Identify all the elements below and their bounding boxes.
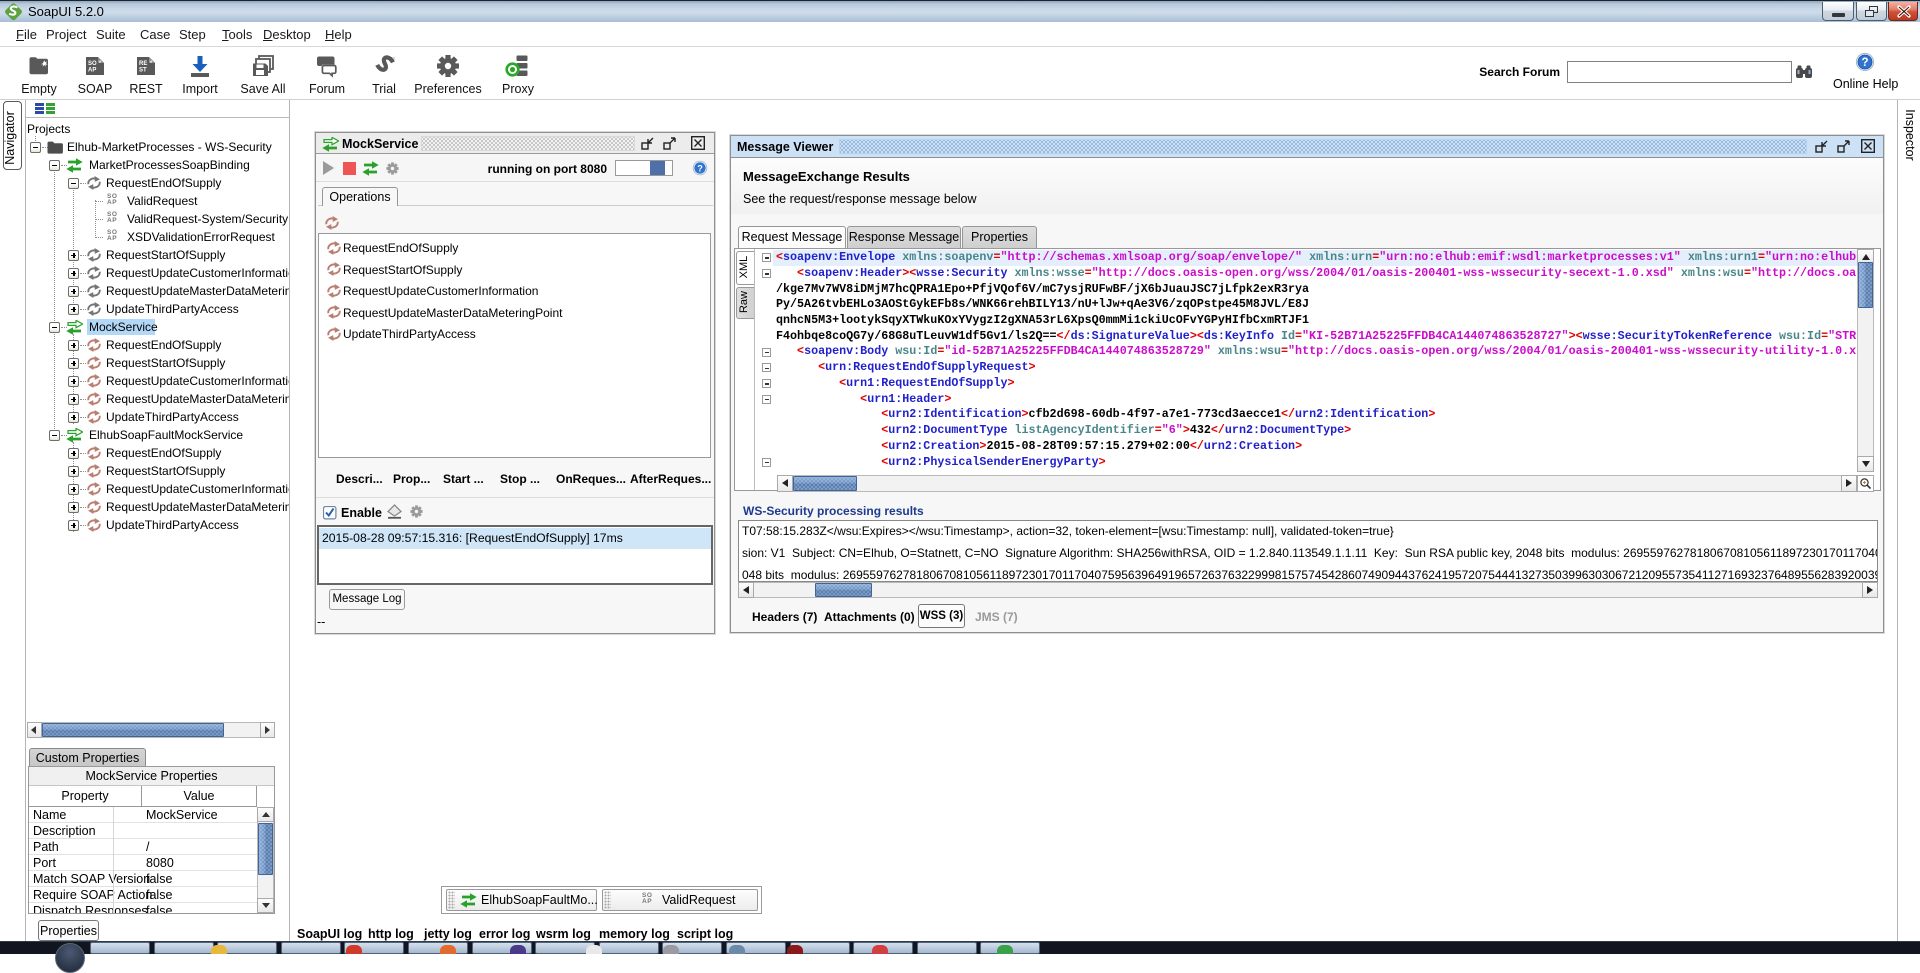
svg-text:ST: ST — [139, 68, 147, 74]
svg-text:?: ? — [1861, 57, 1868, 69]
svg-text:RE: RE — [139, 61, 147, 67]
svg-text:*: * — [98, 59, 101, 68]
svg-text:*: * — [149, 59, 152, 68]
svg-text:?: ? — [697, 163, 703, 173]
svg-text:N: N — [391, 57, 395, 63]
svg-text:AP: AP — [88, 68, 96, 74]
svg-text:SO: SO — [88, 61, 97, 67]
